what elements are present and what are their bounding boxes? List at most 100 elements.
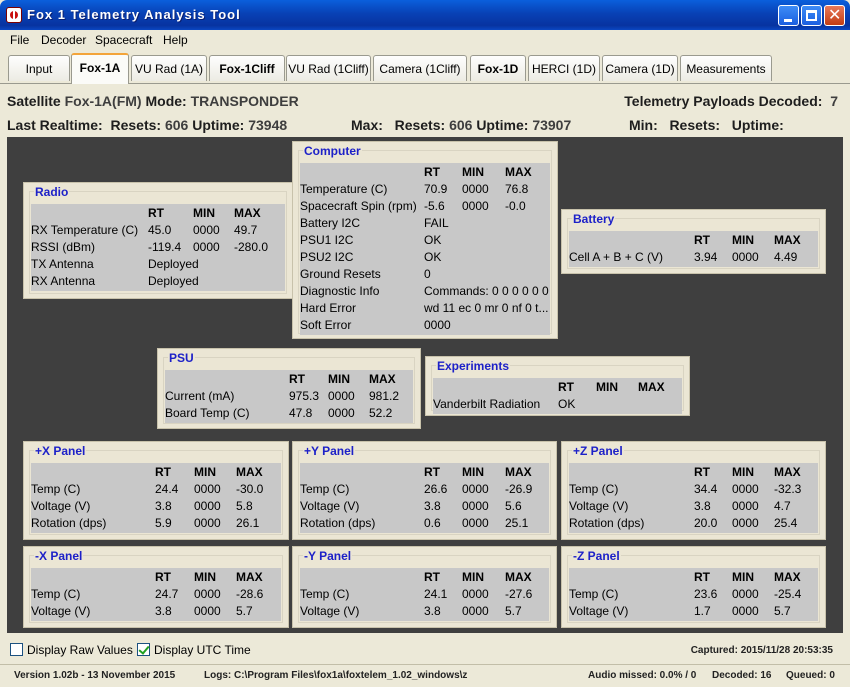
table-row: Vanderbilt Radiation OK (433, 396, 682, 413)
max-value: 76.8 (505, 182, 529, 196)
max-info: Max: Resets: 606 Uptime: 73907 (351, 117, 571, 133)
tab-camera-1cliff[interactable]: Camera (1Cliff) (373, 55, 467, 81)
rt-value: 0.6 (424, 516, 441, 530)
minimize-button[interactable] (778, 5, 799, 26)
row-label: Temperature (C) (300, 182, 388, 196)
max-column-header: MAX (774, 233, 801, 247)
max-resets-value: 606 (449, 117, 473, 133)
table-row: Rotation (dps) 0.6 0000 25.1 (300, 515, 549, 532)
min-column-header: MIN (732, 233, 754, 247)
max-column-header: MAX (774, 465, 801, 479)
max-column-header: MAX (369, 372, 396, 386)
app-icon[interactable] (6, 7, 22, 23)
close-button[interactable]: ✕ (824, 5, 845, 26)
table-row: Cell A + B + C (V) 3.94 0000 4.49 (569, 249, 818, 266)
tab-measurements[interactable]: Measurements (680, 55, 772, 81)
min-value: 0000 (732, 250, 759, 264)
rt-value: 975.3 (289, 389, 320, 403)
menu-spacecraft[interactable]: Spacecraft (95, 33, 152, 47)
display-utc-time-checkbox[interactable] (137, 643, 150, 656)
zpos-data-table: RT MIN MAX Temp (C) 34.4 0000 -32.3 Voltage (V)… (569, 463, 818, 533)
battery-panel: Battery RT MIN MAX Cell A + B + C (V) 3.94 000… (561, 209, 826, 274)
tab-fox-1cliff[interactable]: Fox-1Cliff (209, 55, 285, 81)
min-uptime-label: Uptime: (731, 117, 784, 133)
menu-decoder[interactable]: Decoder (41, 33, 86, 47)
max-value: 5.8 (236, 499, 253, 513)
rt-value: 3.94 (694, 250, 718, 264)
tab-input[interactable]: Input (8, 55, 70, 81)
tab-fox-1a[interactable]: Fox-1A (71, 53, 129, 84)
tab-vu-rad-1cliff[interactable]: VU Rad (1Cliff) (286, 55, 371, 81)
table-header-row: RT MIN MAX (300, 569, 549, 586)
payloads-decoded: Telemetry Payloads Decoded: 7 (624, 93, 838, 109)
max-value: 5.7 (505, 604, 522, 618)
computer-panel-title: Computer (303, 144, 362, 158)
display-options-bar: Display Raw Values Display UTC Time Capt… (0, 638, 850, 662)
min-value: 0000 (462, 499, 489, 513)
psu-panel-title: PSU (168, 351, 195, 365)
table-row: Battery I2C FAIL (300, 215, 550, 232)
min-column-header: MIN (462, 570, 484, 584)
table-row: Hard Error wd 11 ec 0 mr 0 nf 0 t... (300, 300, 550, 317)
tab-camera-1d[interactable]: Camera (1D) (602, 55, 678, 81)
battery-data-table: RT MIN MAX Cell A + B + C (V) 3.94 0000 4.49 (569, 231, 818, 267)
window-title: Fox 1 Telemetry Analysis Tool (27, 7, 241, 22)
table-row: Voltage (V) 1.7 0000 5.7 (569, 603, 818, 620)
display-raw-values-label[interactable]: Display Raw Values (27, 643, 133, 657)
experiments-data-table: RT MIN MAX Vanderbilt Radiation OK (433, 378, 682, 414)
maximize-button[interactable] (801, 5, 822, 26)
ypos-data-table: RT MIN MAX Temp (C) 26.6 0000 -26.9 Voltage (V)… (300, 463, 549, 533)
payloads-label: Telemetry Payloads Decoded: (624, 93, 823, 109)
max-value: -26.9 (505, 482, 533, 496)
window-title-bar[interactable]: Fox 1 Telemetry Analysis Tool ✕ (0, 0, 850, 30)
max-column-header: MAX (774, 570, 801, 584)
logs-path: Logs: C:\Program Files\fox1a\foxtelem_1.… (204, 670, 468, 681)
table-row: Temp (C) 23.6 0000 -25.4 (569, 586, 818, 603)
table-row: Temperature (C) 70.9 0000 76.8 (300, 181, 550, 198)
menu-file[interactable]: File (10, 33, 29, 47)
table-row: Board Temp (C) 47.8 0000 52.2 (165, 405, 413, 422)
display-utc-time-label[interactable]: Display UTC Time (154, 643, 251, 657)
audio-missed: Audio missed: 0.0% / 0 (588, 670, 697, 681)
table-row: Temp (C) 26.6 0000 -26.9 (300, 481, 549, 498)
rt-value: 26.6 (424, 482, 448, 496)
xpos-data-table: RT MIN MAX Temp (C) 24.4 0000 -30.0 Voltage (V)… (31, 463, 281, 533)
row-label: Temp (C) (300, 482, 350, 496)
table-header-row: RT MIN MAX (569, 464, 818, 481)
row-label: Voltage (V) (300, 604, 360, 618)
rt-value: 1.7 (694, 604, 711, 618)
table-row: Temp (C) 34.4 0000 -32.3 (569, 481, 818, 498)
min-column-header: MIN (194, 570, 216, 584)
row-label: Voltage (V) (300, 499, 360, 513)
min-value: 0000 (462, 604, 489, 618)
max-value: 25.4 (774, 516, 798, 530)
min-value: 0000 (328, 389, 355, 403)
xneg-panel-title: -X Panel (34, 549, 84, 563)
rt-value: Deployed (148, 274, 199, 288)
row-label: Temp (C) (300, 587, 350, 601)
row-label: Rotation (dps) (569, 516, 645, 530)
max-value: 4.49 (774, 250, 798, 264)
tab-fox-1d[interactable]: Fox-1D (470, 55, 526, 81)
rt-value: 5.9 (155, 516, 172, 530)
rt-value: 24.7 (155, 587, 179, 601)
min-column-header: MIN (596, 380, 618, 394)
menu-help[interactable]: Help (163, 33, 188, 47)
row-label: Temp (C) (31, 482, 81, 496)
display-raw-values-checkbox[interactable] (10, 643, 23, 656)
decoded-count: Decoded: 16 (712, 670, 772, 681)
rt-value: 23.6 (694, 587, 718, 601)
tab-herci-1d[interactable]: HERCI (1D) (528, 55, 600, 81)
table-header-row: RT MIN MAX (300, 464, 549, 481)
zpos-panel-title: +Z Panel (572, 444, 624, 458)
rt-value: FAIL (424, 216, 449, 230)
rt-column-header: RT (289, 372, 305, 386)
resets-label: Resets: (110, 117, 162, 133)
table-row: Soft Error 0000 (300, 317, 550, 334)
min-value: 0000 (328, 406, 355, 420)
tab-vu-rad-1a[interactable]: VU Rad (1A) (131, 55, 207, 81)
rt-value: 3.8 (424, 499, 441, 513)
table-row: Rotation (dps) 5.9 0000 26.1 (31, 515, 281, 532)
xneg-panel: -X Panel RT MIN MAX Temp (C) 24.7 0000 -28.6 Vol… (23, 546, 289, 628)
min-value: 0000 (194, 482, 221, 496)
